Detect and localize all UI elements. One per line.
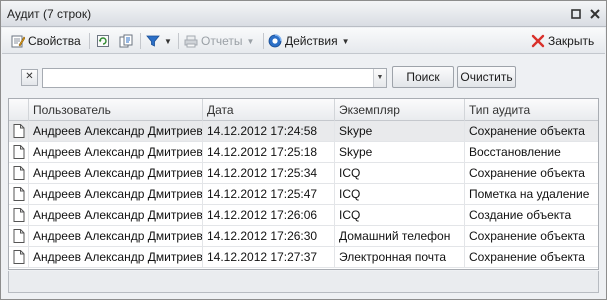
filter-icon [146, 35, 160, 47]
cell-audit-type: Пометка на удаление [469, 187, 590, 201]
cell-date: 14.12.2012 17:24:58 [203, 121, 335, 141]
cell-date: 14.12.2012 17:25:18 [203, 142, 335, 162]
document-icon [13, 229, 25, 243]
cell-audit-type: Сохранение объекта [469, 229, 585, 243]
cell-date: 14.12.2012 17:25:47 [203, 184, 335, 204]
toolbar-separator [178, 33, 179, 49]
cell-user: Андреев Александр Дмитриевич [29, 121, 203, 141]
audit-window: Аудит (7 строк) Свойства ▼ Отчеты ▼ Дейс… [0, 0, 607, 300]
cell-user: Андреев Александр Дмитриевич [29, 142, 203, 162]
table-row[interactable]: Андреев Александр Дмитриевич 14.12.2012 1… [9, 226, 598, 247]
copy-button[interactable] [119, 32, 133, 50]
refresh-button[interactable] [96, 32, 110, 50]
close-icon[interactable] [587, 6, 603, 22]
cell-user: Андреев Александр Дмитриевич [29, 226, 203, 246]
document-icon [13, 187, 25, 201]
cell-instance: Skype [335, 142, 465, 162]
filter-button[interactable]: ▼ [146, 32, 172, 50]
cell-user: Андреев Александр Дмитриевич [29, 184, 203, 204]
cell-instance: ICQ [335, 205, 465, 225]
grid-header: Пользователь Дата Экземпляр Тип аудита [9, 99, 598, 121]
header-indicator [9, 99, 29, 121]
search-dropdown-icon[interactable]: ▼ [373, 69, 386, 87]
properties-button[interactable]: Свойства [11, 32, 81, 50]
cell-user: Андреев Александр Дмитриевич [29, 163, 203, 183]
document-icon [13, 166, 25, 180]
audit-grid: Пользователь Дата Экземпляр Тип аудита А… [8, 98, 599, 270]
table-row[interactable]: Андреев Александр Дмитриевич 14.12.2012 1… [9, 142, 598, 163]
cell-audit-type: Сохранение объекта [469, 250, 585, 264]
properties-label: Свойства [28, 34, 81, 48]
reports-button[interactable]: Отчеты ▼ [184, 32, 254, 50]
cell-date: 14.12.2012 17:27:37 [203, 247, 335, 267]
clear-button[interactable]: Очистить [457, 66, 516, 88]
cell-instance: ICQ [335, 163, 465, 183]
cell-audit-type: Создание объекта [469, 208, 572, 222]
toolbar-separator [89, 33, 90, 49]
toolbar-separator [140, 33, 141, 49]
row-indicator [9, 121, 29, 141]
cell-date: 14.12.2012 17:25:34 [203, 163, 335, 183]
chevron-down-icon[interactable]: ▼ [246, 37, 254, 46]
header-date[interactable]: Дата [203, 99, 335, 121]
cell-audit-type: Сохранение объекта [469, 124, 585, 138]
table-row[interactable]: Андреев Александр Дмитриевич 14.12.2012 1… [9, 247, 598, 268]
reports-icon [184, 35, 198, 48]
grid-footer [8, 271, 599, 293]
close-x-icon [531, 34, 545, 48]
search-button[interactable]: Поиск [392, 66, 454, 88]
cell-instance: Электронная почта [335, 247, 465, 267]
table-row[interactable]: Андреев Александр Дмитриевич 14.12.2012 1… [9, 163, 598, 184]
clear-filter-icon[interactable]: ✕ [21, 69, 38, 86]
close-button[interactable]: Закрыть [531, 32, 594, 50]
header-user[interactable]: Пользователь [29, 99, 203, 121]
window-title: Аудит (7 строк) [7, 7, 92, 21]
table-row[interactable]: Андреев Александр Дмитриевич 14.12.2012 1… [9, 121, 598, 142]
restore-icon[interactable] [568, 6, 584, 22]
reports-label: Отчеты [201, 34, 243, 48]
cell-instance: ICQ [335, 184, 465, 204]
cell-audit-type: Сохранение объекта [469, 166, 585, 180]
cell-instance: Домашний телефон [335, 226, 465, 246]
properties-icon [11, 35, 25, 48]
document-icon [13, 124, 25, 138]
actions-button[interactable]: Действия ▼ [268, 32, 350, 50]
row-indicator [9, 142, 29, 162]
close-label: Закрыть [548, 34, 595, 48]
chevron-down-icon[interactable]: ▼ [342, 37, 350, 46]
cell-user: Андреев Александр Дмитриевич [29, 205, 203, 225]
cell-instance: Skype [335, 121, 465, 141]
chevron-down-icon[interactable]: ▼ [164, 37, 172, 46]
copy-icon [119, 34, 133, 48]
row-indicator [9, 247, 29, 267]
actions-icon [268, 34, 282, 48]
document-icon [13, 208, 25, 222]
toolbar-separator [263, 33, 264, 49]
search-input[interactable] [42, 68, 387, 88]
actions-label: Действия [285, 34, 338, 48]
cell-audit-type: Восстановление [469, 145, 561, 159]
row-indicator [9, 163, 29, 183]
document-icon [13, 145, 25, 159]
row-indicator [9, 184, 29, 204]
document-icon [13, 250, 25, 264]
search-panel: ✕ ▼ Поиск Очистить [8, 61, 599, 95]
cell-user: Андреев Александр Дмитриевич [29, 247, 203, 267]
header-audit-type[interactable]: Тип аудита [465, 99, 598, 121]
row-indicator [9, 226, 29, 246]
row-indicator [9, 205, 29, 225]
cell-date: 14.12.2012 17:26:06 [203, 205, 335, 225]
table-row[interactable]: Андреев Александр Дмитриевич 14.12.2012 1… [9, 205, 598, 226]
header-instance[interactable]: Экземпляр [335, 99, 465, 121]
title-bar: Аудит (7 строк) [1, 1, 606, 27]
toolbar: Свойства ▼ Отчеты ▼ Действия ▼ Закрыть [2, 28, 605, 54]
table-row[interactable]: Андреев Александр Дмитриевич 14.12.2012 1… [9, 184, 598, 205]
cell-date: 14.12.2012 17:26:30 [203, 226, 335, 246]
refresh-icon [97, 35, 109, 47]
